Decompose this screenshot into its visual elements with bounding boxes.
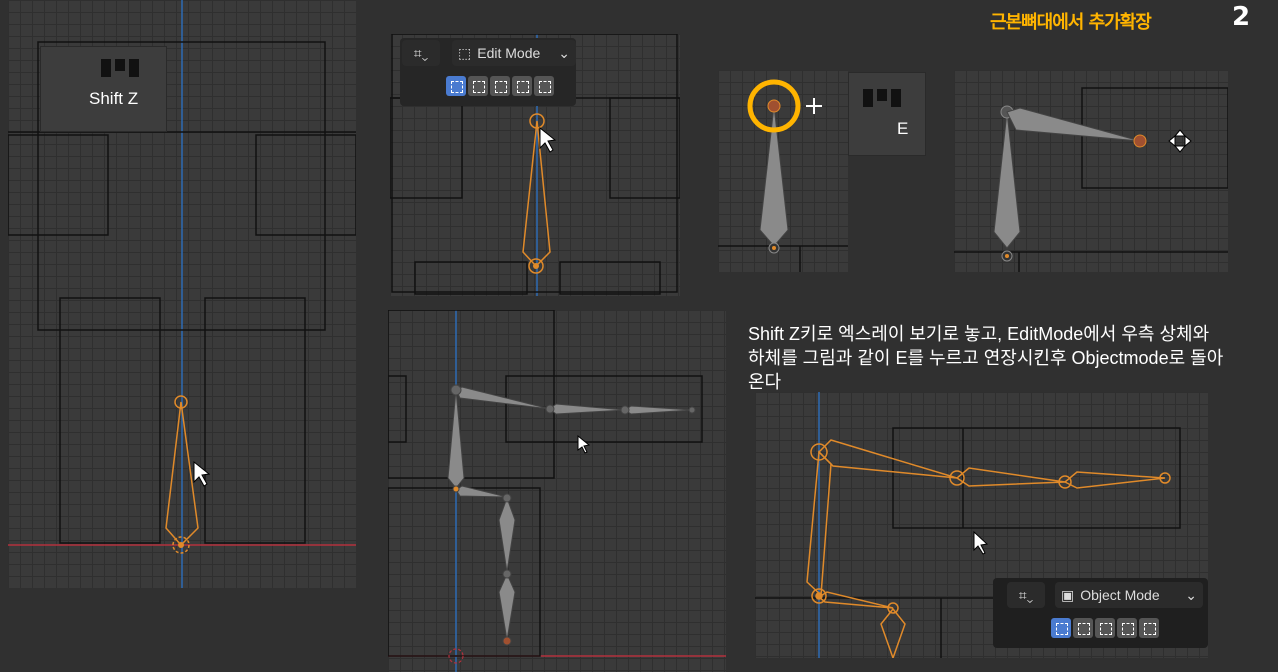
bone-unselected[interactable] [759, 99, 789, 254]
bone-chain[interactable] [447, 384, 696, 646]
bone-extruded[interactable] [1006, 107, 1147, 148]
edit-mode-icon: ⬚ [458, 44, 472, 61]
mode-toolbar: ⌗⌄ ⬚ Edit Mode ⌄ [400, 38, 576, 106]
select-intersect-icon[interactable] [534, 76, 554, 96]
viewport-drawing [718, 79, 848, 272]
shortcut-label: Shift Z [89, 89, 139, 108]
select-invert-icon[interactable] [1117, 618, 1137, 638]
snap-icon: ⌗⌄ [413, 44, 429, 61]
viewport-drawing [954, 87, 1228, 272]
mode-dropdown[interactable]: ⬚ Edit Mode ⌄ [452, 40, 576, 66]
select-invert-icon[interactable] [512, 76, 532, 96]
mode-label: Edit Mode [477, 45, 541, 61]
keyboard-keys-icon [101, 59, 139, 77]
select-subtract-icon[interactable] [1095, 618, 1115, 638]
viewport-panel-editmode[interactable]: ⌗⌄ ⬚ Edit Mode ⌄ [390, 34, 680, 296]
viewport-drawing [388, 310, 726, 672]
mode-toolbar: ⌗⌄ ▣ Object Mode ⌄ [993, 578, 1208, 648]
viewport-panel-extrude[interactable] [954, 70, 1228, 272]
mode-dropdown[interactable]: ▣ Object Mode ⌄ [1055, 582, 1203, 608]
mode-label: Object Mode [1080, 587, 1160, 603]
viewport-panel-joint[interactable] [718, 70, 848, 272]
snap-icon: ⌗⌄ [1018, 586, 1034, 603]
page-number: 2 [1232, 2, 1251, 32]
snap-dropdown[interactable]: ⌗⌄ [402, 40, 440, 66]
select-new-icon[interactable] [1051, 618, 1071, 638]
crosshair-cursor-icon [806, 98, 822, 114]
shortcut-overlay-e: E [848, 72, 926, 156]
mouse-cursor [973, 530, 989, 555]
select-mode-buttons[interactable] [1051, 618, 1159, 638]
viewport-panel-xray[interactable]: Shift Z [8, 0, 356, 588]
viewport-panel-chain[interactable] [388, 310, 726, 672]
mouse-cursor [577, 434, 591, 454]
move-cursor-icon [1168, 129, 1192, 153]
keyboard-keys-icon [863, 89, 901, 107]
chevron-down-icon: ⌄ [558, 44, 570, 61]
mouse-cursor [193, 460, 211, 487]
instruction-caption: Shift Z키로 엑스레이 보기로 놓고, EditMode에서 우측 상체와… [748, 324, 1224, 392]
viewport-panel-objectmode[interactable]: ⌗⌄ ▣ Object Mode ⌄ [755, 392, 1208, 658]
snap-dropdown[interactable]: ⌗⌄ [1007, 582, 1045, 608]
select-subtract-icon[interactable] [490, 76, 510, 96]
select-mode-buttons[interactable] [446, 76, 554, 96]
slide-title: 근본뼈대에서 추가확장 [990, 12, 1152, 33]
shortcut-label: E [897, 119, 909, 138]
select-extend-icon[interactable] [468, 76, 488, 96]
mouse-cursor [539, 126, 557, 153]
chevron-down-icon: ⌄ [1185, 586, 1197, 603]
select-new-icon[interactable] [446, 76, 466, 96]
select-extend-icon[interactable] [1073, 618, 1093, 638]
object-mode-icon: ▣ [1061, 586, 1075, 603]
select-intersect-icon[interactable] [1139, 618, 1159, 638]
shortcut-overlay: Shift Z [40, 46, 167, 132]
